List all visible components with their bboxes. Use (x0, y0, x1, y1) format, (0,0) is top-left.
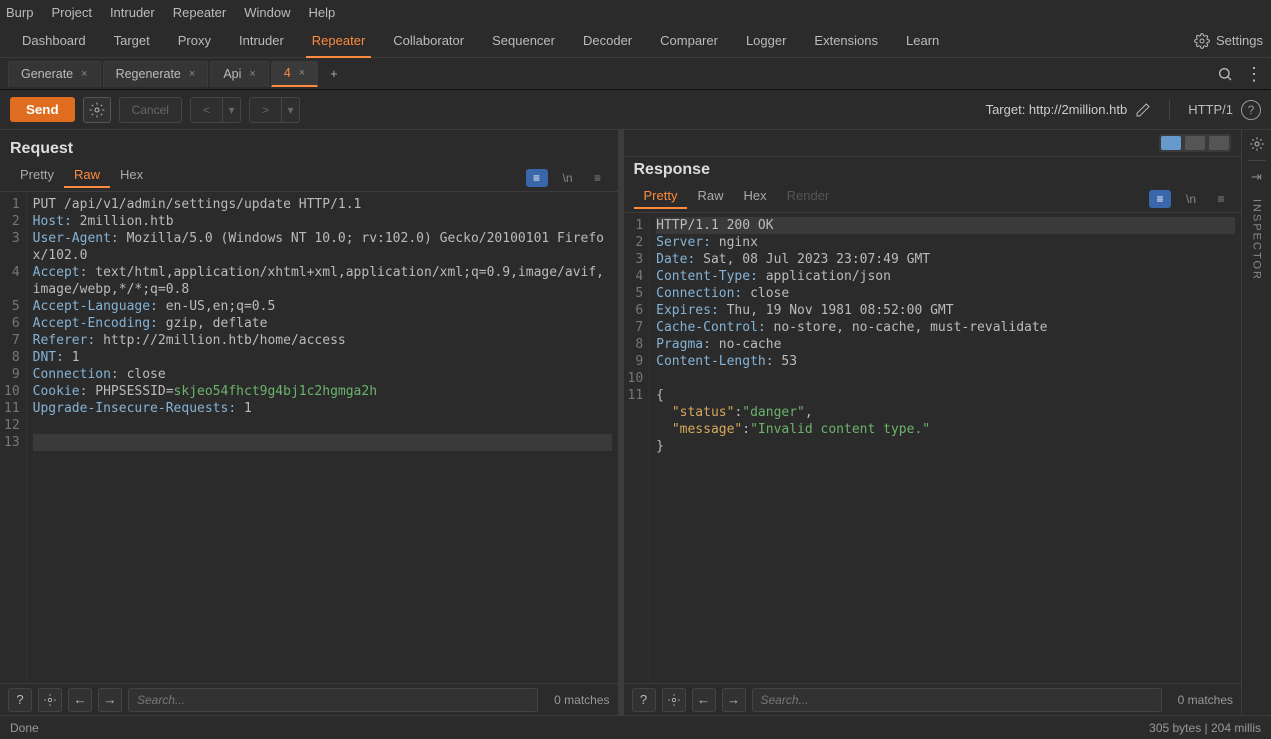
response-match-count: 0 matches (1168, 693, 1233, 707)
main-tab-decoder[interactable]: Decoder (569, 24, 646, 58)
settings-button[interactable]: Settings (1194, 33, 1263, 49)
main-tab-logger[interactable]: Logger (732, 24, 800, 58)
main-tab-target[interactable]: Target (100, 24, 164, 58)
prev-match-button[interactable]: ← (692, 688, 716, 712)
request-title: Request (0, 130, 618, 164)
main-tab-dashboard[interactable]: Dashboard (8, 24, 100, 58)
new-tab-button[interactable]: + (320, 61, 347, 87)
send-options-button[interactable] (83, 97, 111, 123)
gear-icon (1194, 33, 1210, 49)
view-tab-pretty[interactable]: Pretty (10, 167, 64, 188)
request-footer: ? ← → Search... 0 matches (0, 683, 618, 715)
history-back-button[interactable]: < (190, 97, 223, 123)
response-pane: Response PrettyRawHexRender ≡ \n ≡ 12345… (624, 130, 1242, 715)
target-display: Target: http://2million.htb (986, 102, 1152, 118)
status-bar: Done 305 bytes | 204 millis (0, 715, 1271, 739)
main-tab-extensions[interactable]: Extensions (800, 24, 892, 58)
request-view-tabs: PrettyRawHex ≡ \n ≡ (0, 164, 618, 192)
request-match-count: 0 matches (544, 693, 609, 707)
repeater-tab[interactable]: 4× (271, 61, 318, 87)
target-url: http://2million.htb (1029, 102, 1127, 117)
repeater-toolbar: Send Cancel < ▾ > ▾ Target: http://2mill… (0, 90, 1271, 130)
request-pane: Request PrettyRawHex ≡ \n ≡ 123456789101… (0, 130, 618, 715)
prev-match-button[interactable]: ← (68, 688, 92, 712)
main-tab-comparer[interactable]: Comparer (646, 24, 732, 58)
main-tab-intruder[interactable]: Intruder (225, 24, 298, 58)
menu-item[interactable]: Intruder (110, 5, 155, 20)
menu-item[interactable]: Repeater (173, 5, 226, 20)
inspector-toggle-icon[interactable]: ⇥ (1251, 169, 1262, 185)
view-tab-raw[interactable]: Raw (64, 167, 110, 188)
menu-item[interactable]: Project (51, 5, 91, 20)
target-prefix: Target: (986, 102, 1029, 117)
cancel-button[interactable]: Cancel (119, 97, 182, 123)
layout-tabs-icon[interactable] (1209, 136, 1229, 150)
status-right: 305 bytes | 204 millis (1149, 721, 1261, 735)
menu-item[interactable]: Help (308, 5, 335, 20)
response-view-tabs: PrettyRawHexRender ≡ \n ≡ (624, 185, 1242, 213)
main-tab-repeater[interactable]: Repeater (298, 24, 379, 58)
repeater-tab[interactable]: Api× (210, 61, 269, 87)
status-left: Done (10, 721, 39, 735)
help-icon[interactable]: ? (8, 688, 32, 712)
main-tab-learn[interactable]: Learn (892, 24, 953, 58)
main-tab-proxy[interactable]: Proxy (164, 24, 225, 58)
actions-icon[interactable]: ≡ (1149, 190, 1171, 208)
hamburger-icon[interactable]: ≡ (588, 169, 608, 187)
view-tab-pretty[interactable]: Pretty (634, 188, 688, 209)
history-forward-menu[interactable]: ▾ (282, 97, 300, 123)
layout-stacked-icon[interactable] (1185, 136, 1205, 150)
more-icon[interactable]: ⋮ (1245, 66, 1263, 82)
response-footer: ? ← → Search... 0 matches (624, 683, 1242, 715)
search-icon[interactable] (1217, 66, 1233, 82)
main-tab-collaborator[interactable]: Collaborator (379, 24, 478, 58)
gear-icon[interactable] (38, 688, 62, 712)
request-editor[interactable]: 12345678910111213 PUT /api/v1/admin/sett… (0, 192, 618, 683)
gear-icon (89, 102, 105, 118)
view-tab-hex[interactable]: Hex (110, 167, 153, 188)
help-icon[interactable]: ? (632, 688, 656, 712)
response-title: Response (624, 157, 1242, 185)
close-icon[interactable]: × (81, 68, 87, 80)
menu-item[interactable]: Window (244, 5, 290, 20)
main-tab-bar: DashboardTargetProxyIntruderRepeaterColl… (0, 24, 1271, 58)
repeater-tab[interactable]: Generate× (8, 61, 101, 87)
view-tab-render: Render (777, 188, 840, 209)
settings-label: Settings (1216, 33, 1263, 48)
edit-target-icon[interactable] (1135, 102, 1151, 118)
menubar: Burp Project Intruder Repeater Window He… (0, 0, 1271, 24)
response-search-input[interactable]: Search... (752, 688, 1162, 712)
inspector-panel[interactable]: ⇥ INSPECTOR (1241, 130, 1271, 715)
main-tab-sequencer[interactable]: Sequencer (478, 24, 569, 58)
send-button[interactable]: Send (10, 97, 75, 122)
next-match-button[interactable]: → (98, 688, 122, 712)
help-icon[interactable]: ? (1241, 100, 1261, 120)
hamburger-icon[interactable]: ≡ (1211, 190, 1231, 208)
gear-icon[interactable] (662, 688, 686, 712)
layout-toggle[interactable] (1159, 134, 1231, 152)
newline-icon[interactable]: \n (1181, 190, 1201, 208)
close-icon[interactable]: × (189, 68, 195, 80)
actions-icon[interactable]: ≡ (526, 169, 548, 187)
history-back-menu[interactable]: ▾ (223, 97, 241, 123)
repeater-tab-bar: Generate×Regenerate×Api×4×+ ⋮ (0, 58, 1271, 90)
close-icon[interactable]: × (249, 68, 255, 80)
request-search-input[interactable]: Search... (128, 688, 538, 712)
layout-side-by-side-icon[interactable] (1161, 136, 1181, 150)
next-match-button[interactable]: → (722, 688, 746, 712)
view-tab-raw[interactable]: Raw (687, 188, 733, 209)
repeater-tab[interactable]: Regenerate× (103, 61, 209, 87)
gear-icon[interactable] (1249, 136, 1265, 152)
close-icon[interactable]: × (299, 67, 305, 79)
history-forward-button[interactable]: > (249, 97, 282, 123)
menu-item[interactable]: Burp (6, 5, 33, 20)
inspector-label: INSPECTOR (1251, 199, 1263, 281)
newline-icon[interactable]: \n (558, 169, 578, 187)
view-tab-hex[interactable]: Hex (733, 188, 776, 209)
response-editor[interactable]: 1234567891011 HTTP/1.1 200 OKServer: ngi… (624, 213, 1242, 683)
protocol-toggle[interactable]: HTTP/1 (1188, 102, 1233, 117)
